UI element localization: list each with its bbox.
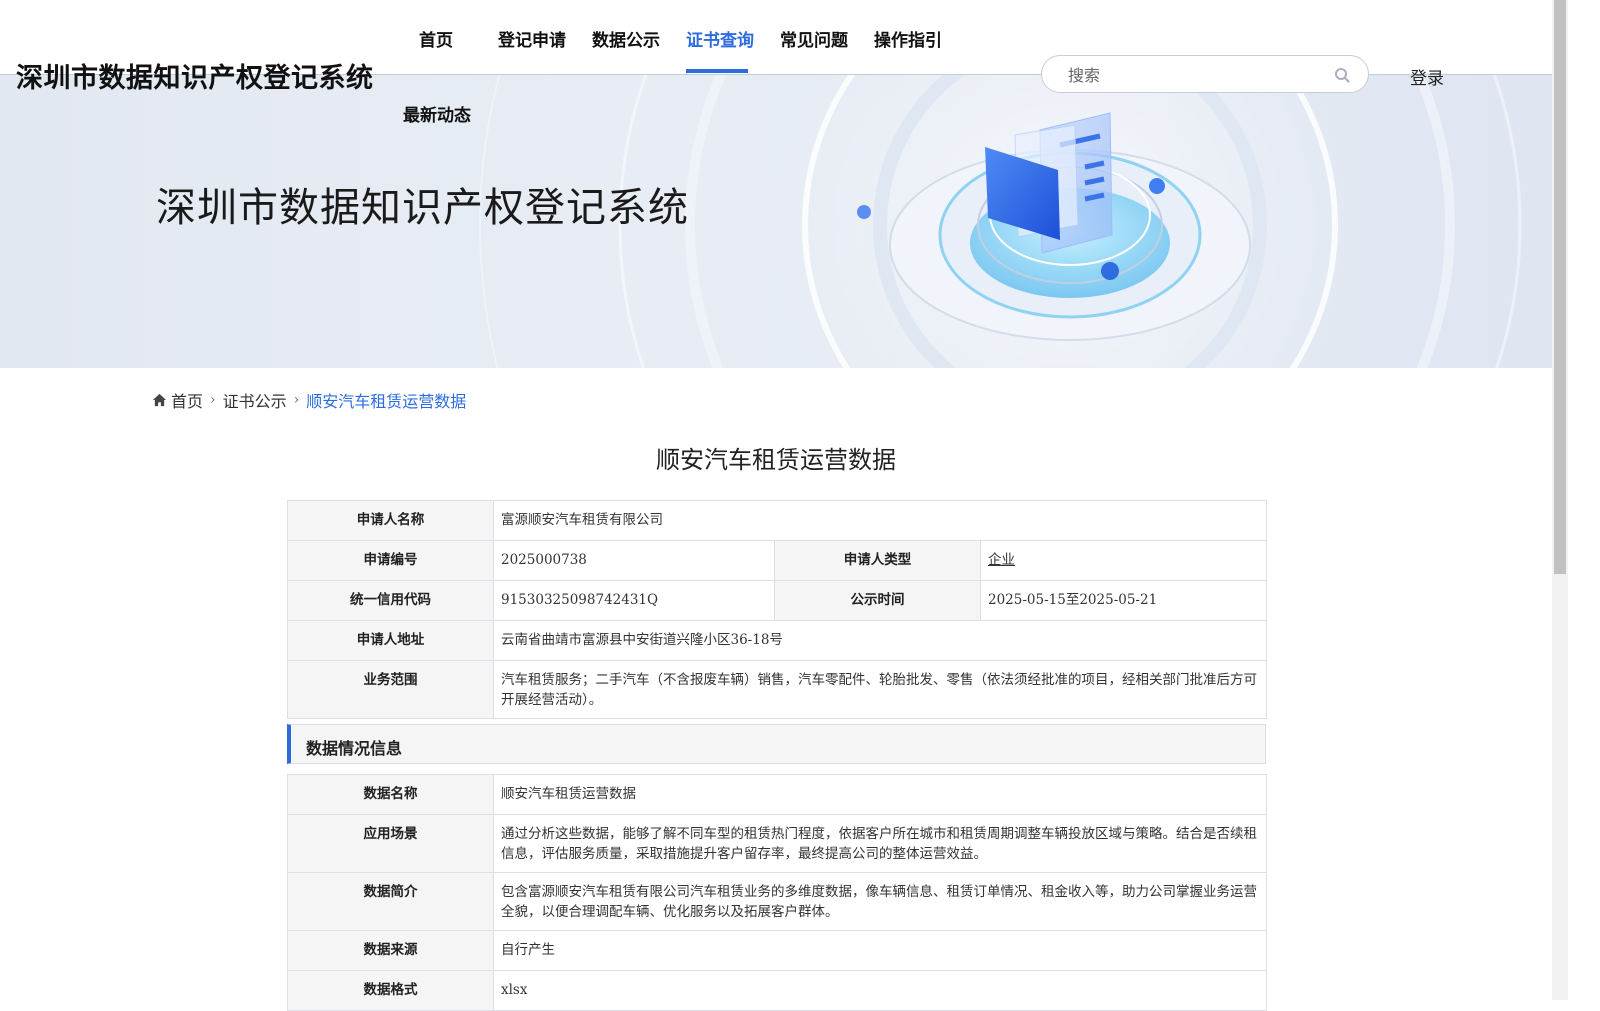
nav-faq[interactable]: 常见问题 [780, 26, 848, 51]
application-number-label: 申请编号 [287, 540, 494, 581]
data-format-label: 数据格式 [287, 970, 494, 1011]
page-title: 顺安汽车租赁运营数据 [656, 446, 896, 474]
data-info-section-header: 数据情况信息 [287, 724, 1266, 764]
business-scope-value: 汽车租赁服务；二手汽车（不含报废车辆）销售，汽车零配件、轮胎批发、零售（依法须经… [493, 660, 1267, 719]
data-name-value: 顺安汽车租赁运营数据 [493, 774, 1267, 815]
table-row: 数据简介 包含富源顺安汽车租赁有限公司汽车租赁业务的多维度数据，像车辆信息、租赁… [287, 872, 1267, 931]
data-source-label: 数据来源 [287, 930, 494, 971]
table-row: 业务范围 汽车租赁服务；二手汽车（不含报废车辆）销售，汽车零配件、轮胎批发、零售… [287, 660, 1267, 719]
table-row: 数据格式 xlsx [287, 970, 1267, 1011]
applicant-type-link[interactable]: 企业 [988, 552, 1015, 568]
applicant-info-table: 申请人名称 富源顺安汽车租赁有限公司 申请编号 2025000738 申请人类型… [287, 500, 1267, 719]
data-info-table: 数据名称 顺安汽车租赁运营数据 应用场景 通过分析这些数据，能够了解不同车型的租… [287, 774, 1267, 1011]
data-format-value: xlsx [493, 970, 1267, 1011]
nav-home[interactable]: 首页 [419, 26, 453, 51]
table-row: 数据来源 自行产生 [287, 930, 1267, 971]
table-row: 统一信用代码 91530325098742431Q 公示时间 2025-05-1… [287, 580, 1267, 621]
breadcrumb-current: 顺安汽车租赁运营数据 [306, 392, 467, 411]
publicity-period-label: 公示时间 [774, 580, 981, 621]
breadcrumb-separator-icon: › [293, 392, 300, 408]
nav-registration-apply[interactable]: 登记申请 [498, 26, 566, 51]
applicant-address-label: 申请人地址 [287, 620, 494, 661]
nav-latest-news[interactable]: 最新动态 [403, 101, 471, 126]
business-scope-label: 业务范围 [287, 660, 494, 719]
nav-operation-guide[interactable]: 操作指引 [874, 26, 942, 51]
nav-active-indicator [686, 69, 748, 73]
section-title: 数据情况信息 [306, 739, 403, 758]
table-row: 数据名称 顺安汽车租赁运营数据 [287, 774, 1267, 815]
login-link[interactable]: 登录 [1410, 64, 1444, 89]
applicant-address-value: 云南省曲靖市富源县中安街道兴隆小区36-18号 [493, 620, 1267, 661]
data-name-label: 数据名称 [287, 774, 494, 815]
application-number-value: 2025000738 [493, 540, 775, 581]
breadcrumb-home[interactable]: 首页 [171, 388, 203, 412]
application-scenario-label: 应用场景 [287, 814, 494, 873]
data-source-value: 自行产生 [493, 930, 1267, 971]
table-row: 应用场景 通过分析这些数据，能够了解不同车型的租赁热门程度，依据客户所在城市和租… [287, 814, 1267, 873]
applicant-type-value: 企业 [980, 540, 1267, 581]
breadcrumb: 首页 › 证书公示 › 顺安汽车租赁运营数据 [152, 388, 466, 412]
credit-code-value: 91530325098742431Q [493, 580, 775, 621]
table-row: 申请人地址 云南省曲靖市富源县中安街道兴隆小区36-18号 [287, 620, 1267, 661]
breadcrumb-separator-icon: › [210, 392, 216, 408]
search-box [1041, 55, 1369, 93]
nav-certificate-query[interactable]: 证书查询 [686, 26, 754, 51]
table-row: 申请人名称 富源顺安汽车租赁有限公司 [287, 500, 1267, 541]
scrollbar-thumb[interactable] [1554, 0, 1566, 574]
applicant-name-value: 富源顺安汽车租赁有限公司 [493, 500, 1267, 541]
data-intro-value: 包含富源顺安汽车租赁有限公司汽车租赁业务的多维度数据，像车辆信息、租赁订单情况、… [493, 872, 1267, 931]
data-intro-label: 数据简介 [287, 872, 494, 931]
table-row: 申请编号 2025000738 申请人类型 企业 [287, 540, 1267, 581]
breadcrumb-certificate-publicity[interactable]: 证书公示 [223, 388, 287, 412]
search-icon[interactable] [1334, 67, 1350, 83]
search-input[interactable] [1066, 64, 1330, 86]
applicant-name-label: 申请人名称 [287, 500, 494, 541]
nav-data-publicity[interactable]: 数据公示 [592, 26, 660, 51]
home-icon [152, 393, 167, 407]
banner-title: 深圳市数据知识产权登记系统 [156, 185, 689, 231]
application-scenario-value: 通过分析这些数据，能够了解不同车型的租赁热门程度，依据客户所在城市和租赁周期调整… [493, 814, 1267, 873]
credit-code-label: 统一信用代码 [287, 580, 494, 621]
main-nav: 首页 登记申请 数据公示 证书查询 常见问题 操作指引 最新动态 [0, 0, 1000, 130]
publicity-period-value: 2025-05-15至2025-05-21 [980, 580, 1267, 621]
applicant-type-label: 申请人类型 [774, 540, 981, 581]
